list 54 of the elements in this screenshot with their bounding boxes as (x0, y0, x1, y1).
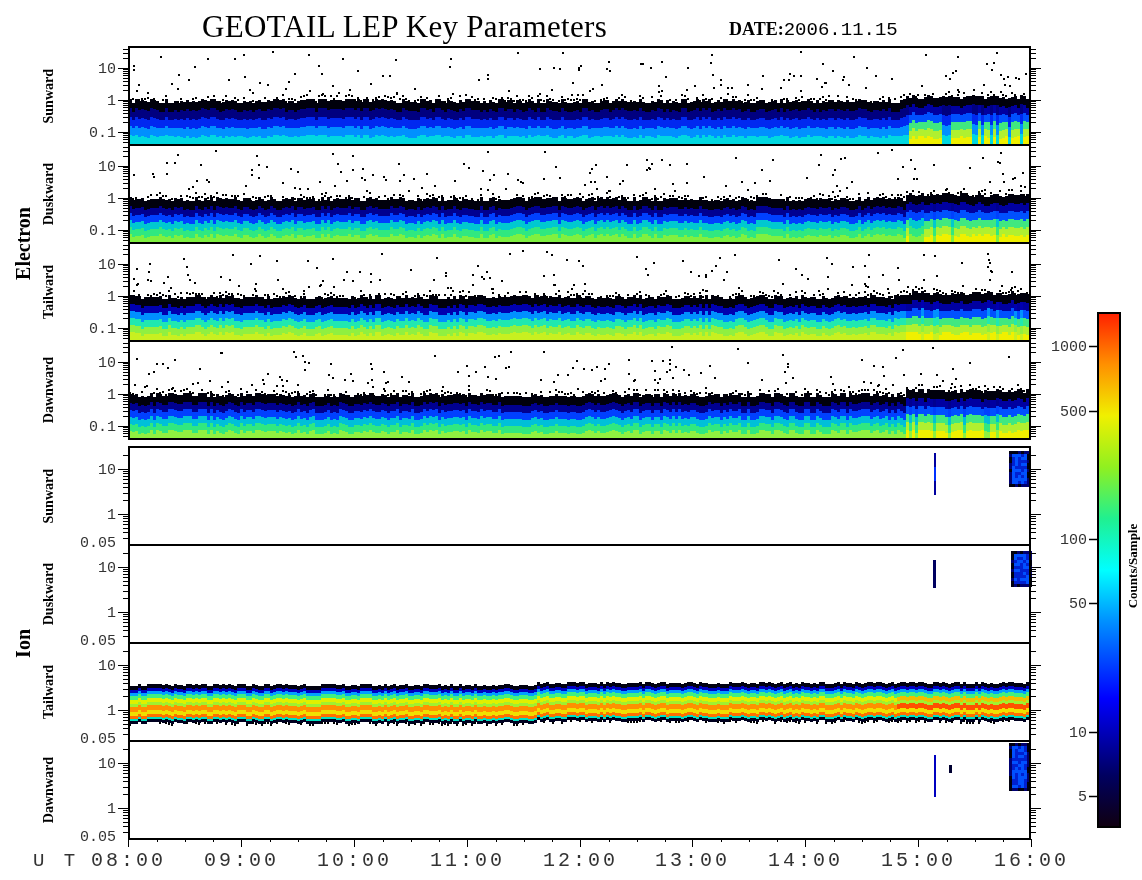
axis-tick-label: 10 (1069, 725, 1087, 742)
axis-label: U T (33, 850, 80, 872)
axis-tick-label: 100 (1060, 532, 1087, 549)
direction-label: Sunward (42, 68, 56, 124)
axis-tick-label: 1 (107, 605, 116, 622)
direction-label: Duskward (42, 562, 56, 626)
axis-tick-label: 1000 (1051, 339, 1087, 356)
axis-tick-label: 13:00 (655, 849, 730, 872)
axis-tick-label: 10 (98, 355, 116, 372)
axis-tick-label: 1 (107, 703, 116, 720)
axis-tick-label: 14:00 (768, 849, 843, 872)
axis-tick-label: 0.1 (89, 223, 116, 240)
axis-tick-label: 0.05 (80, 633, 116, 650)
axis-tick-label: 1 (107, 191, 116, 208)
axis-tick-label: 11:00 (430, 849, 505, 872)
axis-tick-label: 1 (107, 93, 116, 110)
axis-tick-label: 10 (98, 159, 116, 176)
axis-tick-label: 0.05 (80, 535, 116, 552)
axis-tick-label: 10 (98, 756, 116, 773)
axis-tick-label: 0.05 (80, 731, 116, 748)
species-label: Electron (13, 206, 33, 280)
axis-tick-label: 1 (107, 387, 116, 404)
axis-tick-label: 10:00 (317, 849, 392, 872)
axis-tick-label: 10 (98, 257, 116, 274)
axis-tick-label: 5 (1078, 789, 1087, 806)
axis-tick-label: 1 (107, 801, 116, 818)
species-label: Ion (13, 628, 33, 658)
date-value: 2006.11.15 (783, 21, 898, 40)
axis-tick-label: 08:00 (91, 849, 166, 872)
axis-tick-label: 10 (98, 61, 116, 78)
plot-title: GEOTAIL LEP Key Parameters (202, 11, 608, 42)
direction-label: Dawnward (42, 756, 56, 824)
axis-tick-label: 1 (107, 507, 116, 524)
axis-tick-label: 0.05 (80, 829, 116, 846)
axis-tick-label: 12:00 (543, 849, 618, 872)
axis-tick-label: 10 (98, 658, 116, 675)
axis-tick-label: 0.1 (89, 419, 116, 436)
direction-label: Dawnward (42, 356, 56, 424)
colorbar-label: Counts/Sample (1125, 523, 1140, 609)
axis-tick-label: 0.1 (89, 125, 116, 142)
axis-tick-label: 500 (1060, 404, 1087, 421)
axis-tick-label: 10 (98, 560, 116, 577)
direction-label: Tailward (42, 265, 56, 319)
direction-label: Tailward (42, 665, 56, 719)
axis-tick-label: 09:00 (204, 849, 279, 872)
date-label: DATE: (729, 20, 784, 38)
axis-tick-label: 16:00 (994, 849, 1069, 872)
axis-tick-label: 1 (107, 289, 116, 306)
direction-label: Sunward (42, 468, 56, 524)
axis-tick-label: 10 (98, 462, 116, 479)
axis-tick-label: 50 (1069, 596, 1087, 613)
axis-tick-label: 0.1 (89, 321, 116, 338)
direction-label: Duskward (42, 162, 56, 226)
axis-tick-label: 15:00 (881, 849, 956, 872)
